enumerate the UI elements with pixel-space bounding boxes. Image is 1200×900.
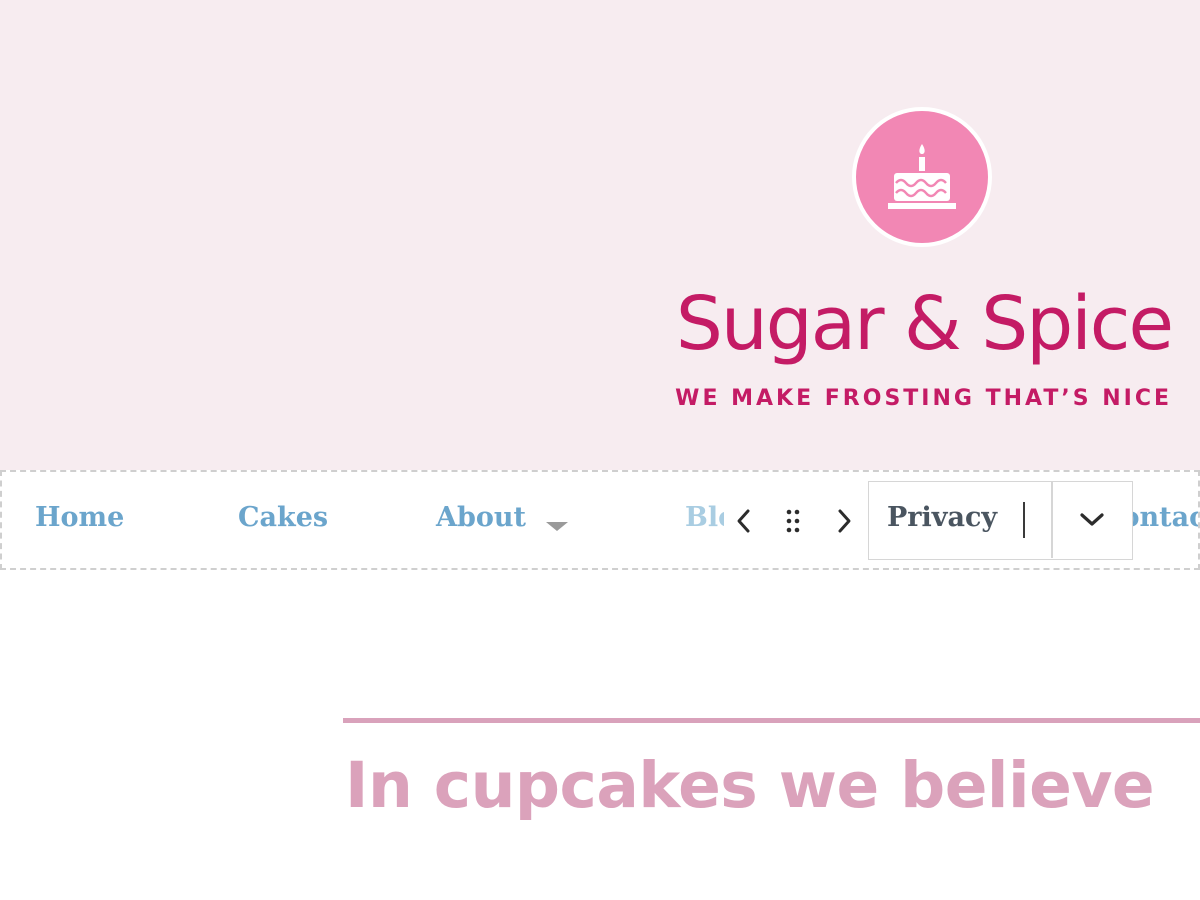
block-mover-toolbar bbox=[724, 482, 868, 560]
site-header: Sugar & Spice WE MAKE FROSTING THAT’S NI… bbox=[0, 0, 1200, 470]
nav-item-cakes[interactable]: Cakes bbox=[238, 502, 328, 534]
drag-handle-button[interactable] bbox=[773, 482, 813, 560]
move-right-button[interactable] bbox=[824, 482, 864, 560]
move-left-button[interactable] bbox=[724, 482, 764, 560]
drag-handle-icon bbox=[786, 509, 800, 533]
submenu-caret-icon[interactable] bbox=[546, 522, 568, 531]
separator-line bbox=[343, 718, 1200, 723]
chevron-left-icon bbox=[737, 509, 750, 533]
site-logo[interactable] bbox=[852, 107, 992, 247]
nav-link-label-input[interactable]: Privacy bbox=[887, 502, 997, 534]
nav-item-home[interactable]: Home bbox=[35, 502, 124, 534]
site-tagline: WE MAKE FROSTING THAT’S NICE bbox=[675, 386, 1172, 411]
chevron-right-icon bbox=[838, 509, 851, 533]
chevron-down-icon bbox=[1080, 513, 1104, 526]
site-title[interactable]: Sugar & Spice bbox=[676, 280, 1174, 369]
nav-link-edit-field[interactable]: Privacy bbox=[868, 481, 1133, 560]
birthday-cake-icon bbox=[888, 144, 956, 209]
submenu-toggle-button[interactable] bbox=[1053, 482, 1131, 558]
content-heading[interactable]: In cupcakes we believe bbox=[345, 748, 1155, 824]
nav-item-about[interactable]: About bbox=[436, 502, 526, 534]
text-cursor bbox=[1023, 502, 1025, 538]
